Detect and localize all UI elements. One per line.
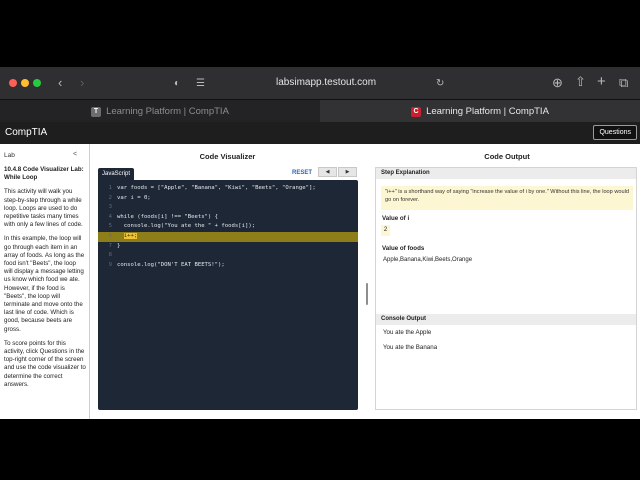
code-text: console.log("DON'T EAT BEETS!"); — [117, 261, 225, 268]
previous-step-button[interactable]: ◀ — [318, 167, 337, 177]
next-step-button[interactable]: ▶ — [338, 167, 357, 177]
reset-button[interactable]: RESET — [292, 170, 312, 176]
code-visualizer-title: Code Visualizer — [199, 152, 256, 161]
collapse-sidebar-button[interactable]: < — [73, 151, 77, 158]
code-line: 3 — [98, 203, 358, 213]
sidebar-label: Lab — [4, 152, 15, 159]
instruction-paragraph: This activity will walk you step-by-step… — [4, 188, 83, 229]
line-number: 6 — [108, 233, 112, 239]
pane-resize-handle[interactable] — [366, 283, 368, 305]
code-text: i++; — [117, 233, 138, 239]
code-text: var i = 0; — [117, 194, 151, 201]
value-of-i-label: Value of i — [382, 215, 410, 222]
code-line: 8 — [98, 251, 358, 261]
code-line: 2 var i = 0; — [98, 194, 358, 204]
javascript-tab[interactable]: JavaScript — [98, 168, 134, 180]
value-of-foods: Apple,Banana,Kiwi,Beets,Orange — [383, 257, 473, 263]
line-number: 9 — [108, 261, 112, 268]
code-line: 1 var foods = ["Apple", "Banana", "Kiwi",… — [98, 184, 358, 194]
console-line: You ate the Banana — [383, 344, 438, 351]
code-line: 5 console.log("You ate the " + foods[i])… — [98, 222, 358, 232]
code-text: var foods = ["Apple", "Banana", "Kiwi", … — [117, 185, 316, 191]
instruction-paragraph: In this example, the loop will go throug… — [4, 235, 85, 333]
lab-instructions: 10.4.8 Code Visualizer Lab: While Loop T… — [4, 166, 86, 395]
line-number: 4 — [108, 213, 112, 220]
current-statement-highlight: i++; — [123, 233, 138, 239]
console-line: You ate the Apple — [383, 329, 432, 336]
code-text: console.log("You ate the " + foods[i]); — [117, 223, 256, 230]
code-text: while (foods[i] !== "Beets") { — [117, 213, 219, 220]
code-editor: 1 var foods = ["Apple", "Banana", "Kiwi",… — [98, 180, 358, 410]
line-number: 7 — [108, 242, 112, 249]
code-output-panel: Step Explanation "i++" is a shorthand wa… — [375, 167, 637, 410]
step-explanation-text: "i++" is a shorthand way of saying "incr… — [381, 186, 633, 210]
lab-title: 10.4.8 Code Visualizer Lab: While Loop — [4, 166, 84, 182]
screen: ‹ › ◐ ☰ labsimapp.testout.com ↻ ⊕ ⇧ + ⧉ … — [0, 0, 640, 480]
line-number: 2 — [108, 194, 112, 201]
code-line: 7} — [98, 242, 358, 252]
line-number: 5 — [108, 223, 112, 230]
code-line: 4 while (foods[i] !== "Beets") { — [98, 213, 358, 223]
instruction-paragraph: To score points for this activity, click… — [4, 339, 86, 388]
line-number: 1 — [108, 185, 112, 191]
step-explanation-header: Step Explanation — [376, 168, 636, 179]
line-number: 8 — [108, 252, 112, 259]
value-of-i: 2 — [381, 225, 390, 236]
console-output-header: Console Output — [376, 314, 636, 325]
value-of-foods-label: Value of foods — [382, 245, 425, 252]
code-line: 9 console.log("DON'T EAT BEETS!"); — [98, 261, 358, 271]
line-number: 3 — [108, 204, 112, 211]
code-line: 6 i++; — [98, 232, 358, 242]
code-output-title: Code Output — [484, 152, 530, 161]
code-text: } — [117, 242, 121, 249]
